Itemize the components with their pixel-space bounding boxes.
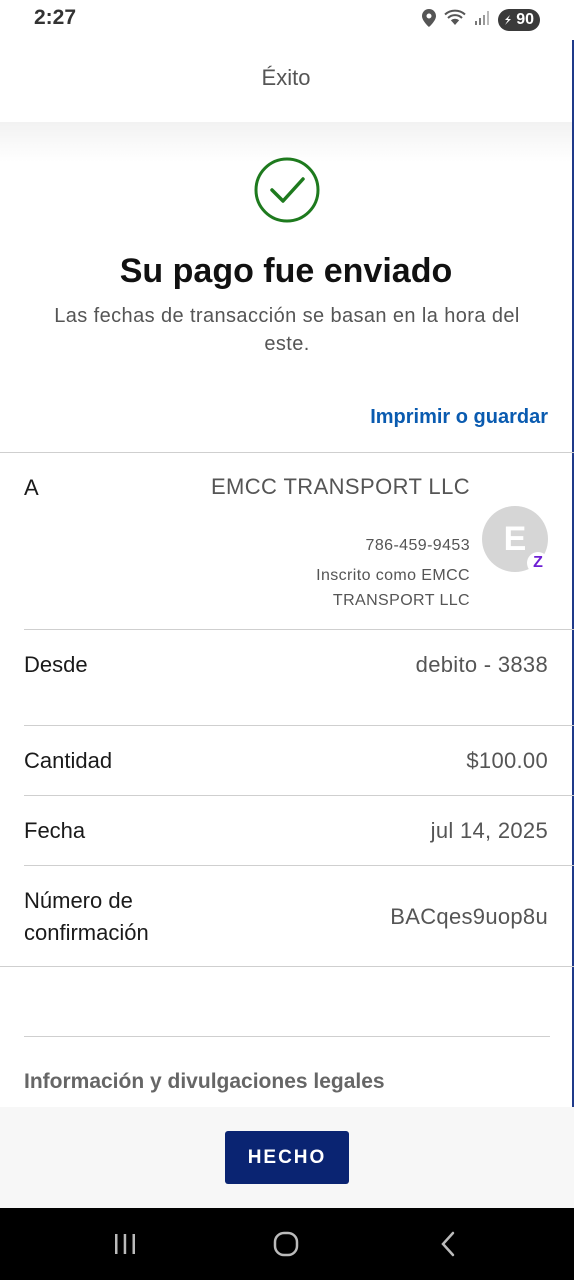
app-header: Éxito [0, 40, 574, 122]
divider [24, 629, 574, 630]
status-icons: 90 [422, 8, 540, 32]
payee-phone: 786-459-9453 [365, 537, 470, 554]
confirmation-label: Número de confirmación [24, 888, 149, 945]
battery-level: 90 [516, 11, 534, 28]
divider [24, 725, 574, 726]
checkmark-circle-icon [254, 157, 320, 223]
status-bar: 2:27 90 [0, 0, 574, 40]
location-icon [422, 8, 437, 32]
divider [0, 966, 574, 967]
confirmation-value: BACqes9uop8u [390, 904, 548, 929]
success-section: Su pago fue enviado Las fechas de transa… [0, 122, 574, 452]
from-label: Desde [24, 652, 88, 677]
legal-disclosures-link[interactable]: Información y divulgaciones legales [24, 1070, 385, 1094]
to-label: A [24, 475, 39, 500]
divider [24, 795, 574, 796]
divider [24, 865, 574, 866]
zelle-icon: Z [527, 552, 549, 574]
divider [24, 1036, 550, 1037]
home-icon[interactable] [266, 1226, 306, 1262]
footer: HECHO [0, 1107, 574, 1208]
amount-value: $100.00 [466, 748, 548, 773]
date-label: Fecha [24, 818, 86, 843]
back-icon[interactable] [428, 1226, 468, 1262]
recents-icon[interactable] [105, 1226, 145, 1262]
battery-icon: 90 [498, 9, 540, 31]
wifi-icon [444, 9, 466, 32]
from-value: debito - 3838 [415, 652, 548, 677]
print-or-save-link[interactable]: Imprimir o guardar [370, 406, 548, 429]
payee-enrolled-as: Inscrito como EMCC TRANSPORT LLC [316, 567, 470, 609]
done-button[interactable]: HECHO [225, 1131, 349, 1184]
payee-name: EMCC TRANSPORT LLC [210, 474, 470, 499]
signal-icon [474, 10, 490, 31]
date-value: jul 14, 2025 [430, 818, 548, 843]
amount-label: Cantidad [24, 748, 113, 773]
success-subtitle: Las fechas de transacción se basan en la… [54, 305, 520, 355]
avatar-letter: E [503, 519, 527, 558]
page-title: Éxito [261, 65, 311, 90]
status-time: 2:27 [34, 6, 77, 29]
success-title: Su pago fue enviado [119, 252, 453, 290]
system-nav-bar [0, 1208, 574, 1280]
divider [0, 452, 574, 453]
payment-details: A EMCC TRANSPORT LLC 786-459-9453 Inscri… [0, 452, 574, 1107]
